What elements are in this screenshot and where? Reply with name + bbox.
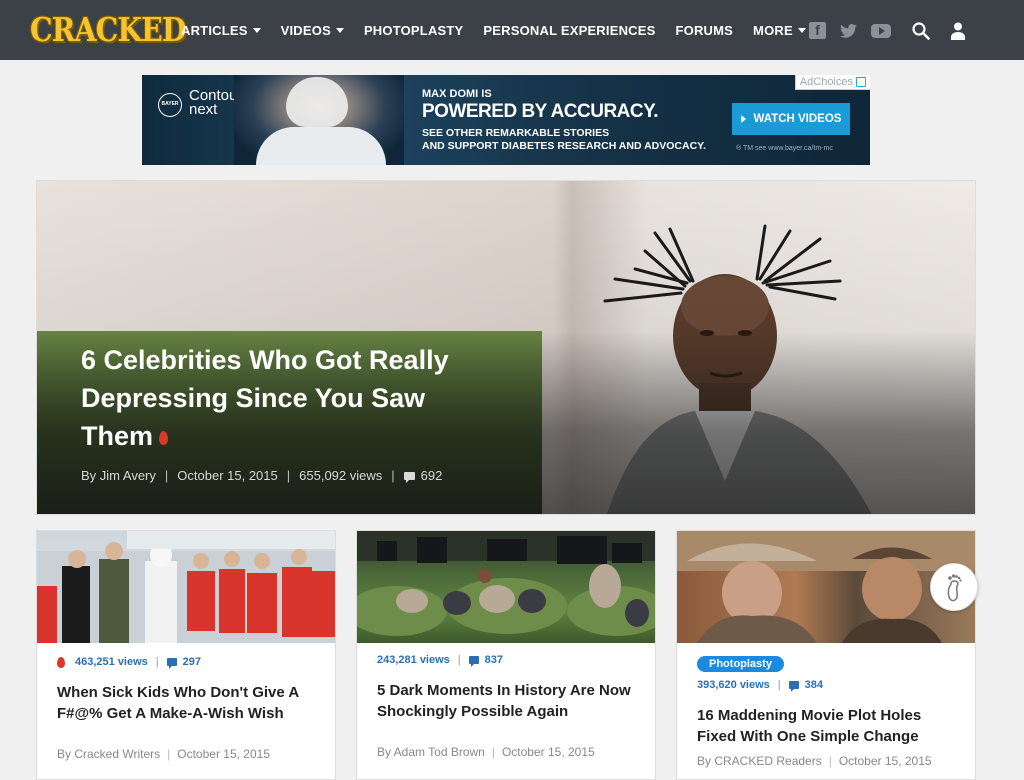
publish-date: October 15, 2015 <box>177 747 270 761</box>
field-workers-photo <box>357 531 655 636</box>
publish-date: October 15, 2015 <box>501 745 595 759</box>
chevron-down-icon <box>797 27 806 33</box>
advertisement-banner[interactable]: AdChoices BAYER Contour next MAX DOMI IS … <box>142 75 870 165</box>
views-count: 463,251 views <box>75 656 148 668</box>
bayer-logo: BAYER <box>158 93 182 117</box>
costumed-group-photo <box>37 531 335 643</box>
hero-date: October 15, 2015 <box>177 468 278 483</box>
trending-flame-icon <box>57 656 65 668</box>
comments-count[interactable]: 384 <box>805 679 823 691</box>
hero-views: 655,092 views <box>299 468 383 483</box>
author-link[interactable]: By Adam Tod Brown <box>377 745 485 759</box>
footprint-icon <box>947 574 962 602</box>
comment-icon <box>166 658 177 669</box>
twitter-icon[interactable] <box>840 22 857 39</box>
ad-subtext: SEE OTHER REMARKABLE STORIES AND SUPPORT … <box>422 127 706 152</box>
article-byline: By CRACKED Readers | October 15, 2015 <box>697 754 932 768</box>
article-card[interactable]: 463,251 views | 297 When Sick Kids Who D… <box>36 530 336 780</box>
user-account-icon[interactable] <box>950 22 966 40</box>
chevron-down-icon <box>252 27 261 33</box>
watch-videos-button[interactable]: WATCH VIDEOS <box>732 103 850 135</box>
views-count: 243,281 views <box>377 654 450 666</box>
hero-author[interactable]: By Jim Avery <box>81 468 156 483</box>
nav-videos[interactable]: VIDEOS <box>281 23 344 38</box>
article-thumbnail[interactable] <box>357 531 655 643</box>
nav-articles[interactable]: ARTICLES <box>181 23 261 38</box>
article-title[interactable]: When Sick Kids Who Don't Give A F#@% Get… <box>57 682 315 724</box>
comment-icon <box>403 471 415 483</box>
youtube-icon[interactable] <box>871 23 891 38</box>
main-nav: ARTICLES VIDEOS PHOTOPLASTY PERSONAL EXP… <box>181 0 826 60</box>
nav-more[interactable]: MORE <box>753 23 806 38</box>
featured-article[interactable]: 6 Celebrities Who Got Really Depressing … <box>36 180 976 515</box>
hockey-player-image <box>234 75 404 165</box>
cracked-logo[interactable]: CRACKED <box>30 11 187 49</box>
author-link[interactable]: By CRACKED Readers <box>697 754 822 768</box>
article-title[interactable]: 5 Dark Moments In History Are Now Shocki… <box>377 680 635 722</box>
chevron-down-icon <box>335 27 344 33</box>
article-card[interactable]: Photoplasty 393,620 views | 384 16 Madde… <box>676 530 976 780</box>
comment-icon <box>788 681 799 692</box>
hero-meta: By Jim Avery | October 15, 2015 | 655,09… <box>81 468 443 483</box>
ad-headline-small: MAX DOMI IS <box>422 88 492 100</box>
facebook-icon[interactable]: f <box>809 22 826 39</box>
nav-forums[interactable]: FORUMS <box>676 23 734 38</box>
hero-comments[interactable]: 692 <box>421 468 443 483</box>
article-byline: By Adam Tod Brown | October 15, 2015 <box>377 745 595 759</box>
article-stats: 393,620 views | 384 <box>697 679 824 692</box>
footprint-floating-button[interactable] <box>930 563 978 611</box>
social-links: f <box>809 22 905 39</box>
author-link[interactable]: By Cracked Writers <box>57 747 160 761</box>
search-icon[interactable] <box>912 22 930 40</box>
adchoices-label[interactable]: AdChoices <box>794 75 870 90</box>
comments-count[interactable]: 837 <box>485 654 503 666</box>
publish-date: October 15, 2015 <box>838 754 932 768</box>
top-navigation-bar: CRACKED ARTICLES VIDEOS PHOTOPLASTY PERS… <box>0 0 1024 60</box>
nav-photoplasty[interactable]: PHOTOPLASTY <box>364 23 463 38</box>
nav-personal-experiences[interactable]: PERSONAL EXPERIENCES <box>483 23 655 38</box>
article-stats: 243,281 views | 837 <box>377 654 504 667</box>
hero-title[interactable]: 6 Celebrities Who Got Really Depressing … <box>81 341 461 455</box>
views-count: 393,620 views <box>697 679 770 691</box>
article-stats: 463,251 views | 297 <box>57 656 315 669</box>
article-title[interactable]: 16 Maddening Movie Plot Holes Fixed With… <box>697 705 955 747</box>
category-badge[interactable]: Photoplasty <box>697 656 784 672</box>
article-card[interactable]: 243,281 views | 837 5 Dark Moments In Hi… <box>356 530 656 780</box>
trending-flame-icon <box>159 430 169 445</box>
comment-icon <box>468 656 479 667</box>
ad-headline: POWERED BY ACCURACY. <box>422 101 658 122</box>
comments-count[interactable]: 297 <box>183 656 201 668</box>
article-thumbnail[interactable] <box>37 531 335 643</box>
article-byline: By Cracked Writers | October 15, 2015 <box>57 747 270 761</box>
ad-trademark: ® TM see www.bayer.ca/tm-mc <box>736 145 833 152</box>
